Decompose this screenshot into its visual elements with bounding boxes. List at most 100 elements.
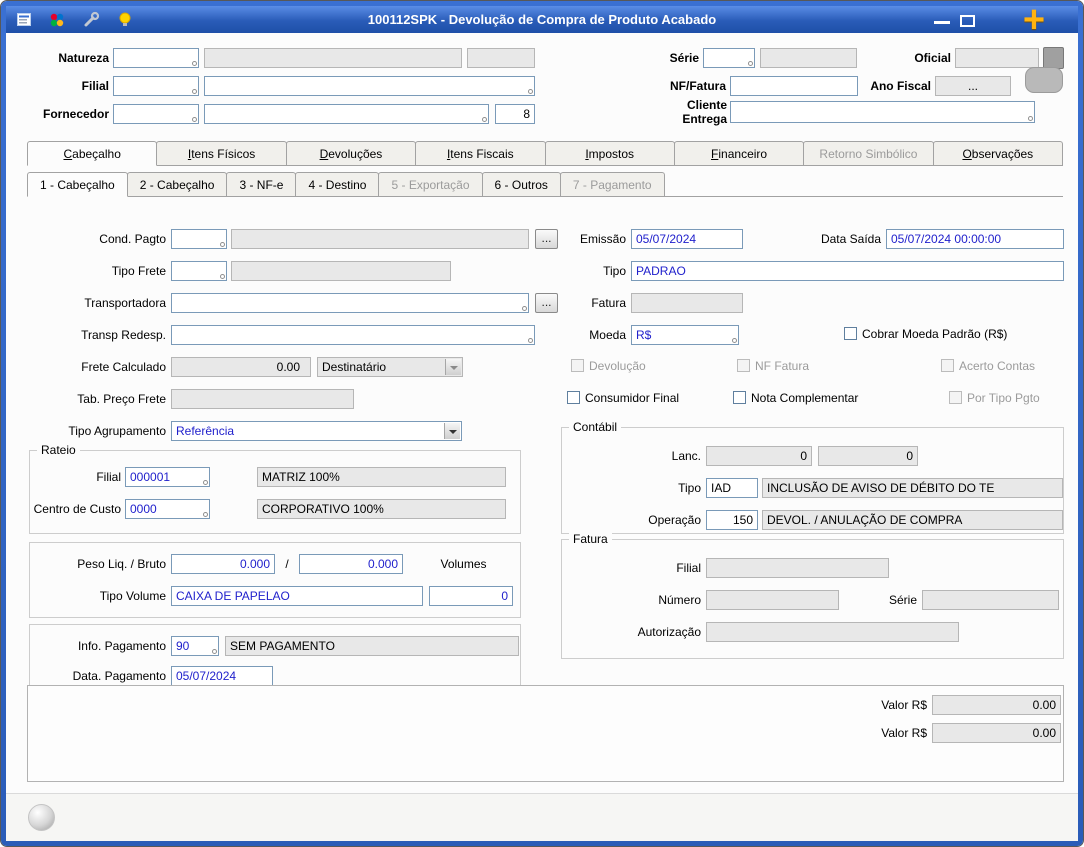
- cliente-entrega-field[interactable]: [730, 101, 1035, 123]
- chevron-down-icon[interactable]: [444, 423, 460, 439]
- title-bar[interactable]: 100112SPK - Devolução de Compra de Produ…: [6, 6, 1078, 33]
- checkbox-box: [941, 359, 954, 372]
- fornecedor-desc-field[interactable]: [204, 104, 489, 124]
- field-value: 0.000: [368, 557, 398, 571]
- tipo-agrupamento-label: Tipo Agrupamento: [31, 424, 166, 438]
- lookup-icon: [220, 274, 225, 279]
- filial-desc-field[interactable]: [204, 76, 535, 96]
- checkbox-consumidor-final[interactable]: Consumidor Final: [567, 390, 679, 405]
- field-value: INCLUSÃO DE AVISO DE DÉBITO DO TE: [767, 481, 994, 495]
- tipo-volume-field[interactable]: CAIXA DE PAPELAO: [171, 586, 423, 606]
- lanc2-field: 0: [818, 446, 918, 466]
- field-value: 0: [800, 449, 807, 463]
- lookup-icon: [203, 480, 208, 485]
- cond-pagto-label: Cond. Pagto: [31, 232, 166, 246]
- subtab-7-pagamento: 7 - Pagamento: [560, 172, 665, 196]
- field-value: IAD: [711, 481, 731, 495]
- totvs-braid-icon[interactable]: [48, 11, 66, 28]
- lanc1-field: 0: [706, 446, 812, 466]
- lookup-icon: [220, 242, 225, 247]
- tab-itens-fisicos[interactable]: Itens Físicos: [156, 141, 286, 165]
- peso-bruto-field[interactable]: 0.000: [299, 554, 403, 574]
- menu-icon[interactable]: [16, 11, 34, 28]
- fatura-serie-label: Série: [849, 593, 917, 607]
- numero-label: Número: [601, 593, 701, 607]
- rateio-filial-code-field[interactable]: 000001: [125, 467, 210, 487]
- info-pagamento-code-field[interactable]: 90: [171, 636, 219, 656]
- checkbox-box: [737, 359, 750, 372]
- subtab-4-destino[interactable]: 4 - Destino: [295, 172, 379, 196]
- valor2-label: Valor R$: [839, 726, 927, 740]
- natureza-code-field[interactable]: [113, 48, 199, 68]
- subtab-2-cabecalho[interactable]: 2 - Cabeçalho: [127, 172, 228, 196]
- transportadora-label: Transportadora: [31, 296, 166, 310]
- valor1-field: 0.00: [932, 695, 1061, 715]
- checkbox-cobrar-moeda-padrao[interactable]: Cobrar Moeda Padrão (R$): [844, 326, 1007, 341]
- lookup-icon: [732, 338, 737, 343]
- lanc-label: Lanc.: [601, 449, 701, 463]
- natureza-extra-field: [467, 48, 535, 68]
- subtab-6-outros[interactable]: 6 - Outros: [482, 172, 561, 196]
- tipo-agrupamento-combo[interactable]: Referência: [171, 421, 462, 441]
- info-pagamento-desc-field: SEM PAGAMENTO: [225, 636, 519, 656]
- moeda-field[interactable]: R$: [631, 325, 739, 345]
- tab-observacoes[interactable]: Observações: [933, 141, 1063, 165]
- nf-fatura-label: NF/Fatura: [639, 79, 726, 93]
- checkbox-label: Consumidor Final: [585, 391, 679, 405]
- contabil-tipo-code-field[interactable]: IAD: [706, 478, 758, 498]
- peso-label: Peso Liq. / Bruto: [31, 557, 166, 571]
- checkbox-box: [733, 391, 746, 404]
- contabil-group-title: Contábil: [569, 420, 621, 434]
- minimize-button[interactable]: [934, 21, 950, 24]
- nf-fatura-field[interactable]: [730, 76, 858, 96]
- transportadora-field[interactable]: [171, 293, 529, 313]
- tipo-field[interactable]: PADRAO: [631, 261, 1064, 281]
- transportadora-ellipsis-button[interactable]: ...: [535, 293, 558, 313]
- fornecedor-code-field[interactable]: [113, 104, 199, 124]
- checkbox-nota-complementar[interactable]: Nota Complementar: [733, 390, 858, 405]
- subtab-3-nfe[interactable]: 3 - NF-e: [226, 172, 296, 196]
- lookup-icon: [192, 61, 197, 66]
- field-value: R$: [636, 328, 651, 342]
- tab-impostos[interactable]: Impostos: [545, 141, 675, 165]
- centro-custo-desc-field: CORPORATIVO 100%: [257, 499, 506, 519]
- tab-cabecalho[interactable]: Cabeçalho: [27, 141, 157, 166]
- peso-liquido-field[interactable]: 0.000: [171, 554, 275, 574]
- serie-code-field[interactable]: [703, 48, 755, 68]
- cond-pagto-ellipsis-button[interactable]: ...: [535, 229, 558, 249]
- cond-pagto-code-field[interactable]: [171, 229, 227, 249]
- lookup-icon: [528, 338, 533, 343]
- fatura-filial-label: Filial: [601, 561, 701, 575]
- data-saida-field[interactable]: 05/07/2024 00:00:00: [886, 229, 1064, 249]
- operacao-code-field[interactable]: 150: [706, 510, 758, 530]
- data-pagamento-field[interactable]: 05/07/2024: [171, 666, 273, 686]
- tab-devolucoes[interactable]: Devoluções: [286, 141, 416, 165]
- maximize-button[interactable]: [960, 15, 975, 27]
- fatura-group-title: Fatura: [569, 532, 612, 546]
- rateio-group-title: Rateio: [37, 443, 80, 457]
- checkbox-acerto-contas: Acerto Contas: [941, 358, 1035, 373]
- ano-fiscal-extra-button: [1025, 67, 1063, 93]
- transp-redesp-field[interactable]: [171, 325, 535, 345]
- valor1-label: Valor R$: [839, 698, 927, 712]
- tipo-frete-desc-field: [231, 261, 451, 281]
- operacao-desc-field: DEVOL. / ANULAÇÃO DE COMPRA: [762, 510, 1063, 530]
- frete-calculado-label: Frete Calculado: [31, 360, 166, 374]
- main-tab-bar: Cabeçalho Itens Físicos Devoluções Itens…: [27, 141, 1063, 166]
- tipo-frete-label: Tipo Frete: [31, 264, 166, 278]
- tab-financeiro[interactable]: Financeiro: [674, 141, 804, 165]
- tab-itens-fiscais[interactable]: Itens Fiscais: [415, 141, 545, 165]
- volumes-field[interactable]: 0: [429, 586, 513, 606]
- filial-code-field[interactable]: [113, 76, 199, 96]
- volumes-label: Volumes: [421, 557, 506, 571]
- centro-custo-code-field[interactable]: 0000: [125, 499, 210, 519]
- header-gray-button[interactable]: [1043, 47, 1064, 69]
- lookup-icon: [482, 117, 487, 122]
- tipo-frete-code-field[interactable]: [171, 261, 227, 281]
- subtab-1-cabecalho[interactable]: 1 - Cabeçalho: [27, 172, 128, 197]
- lookup-icon: [522, 306, 527, 311]
- lightbulb-icon[interactable]: [116, 11, 134, 28]
- checkbox-devolucao: Devolução: [571, 358, 646, 373]
- emissao-field[interactable]: 05/07/2024: [631, 229, 743, 249]
- wrench-icon[interactable]: [82, 11, 100, 28]
